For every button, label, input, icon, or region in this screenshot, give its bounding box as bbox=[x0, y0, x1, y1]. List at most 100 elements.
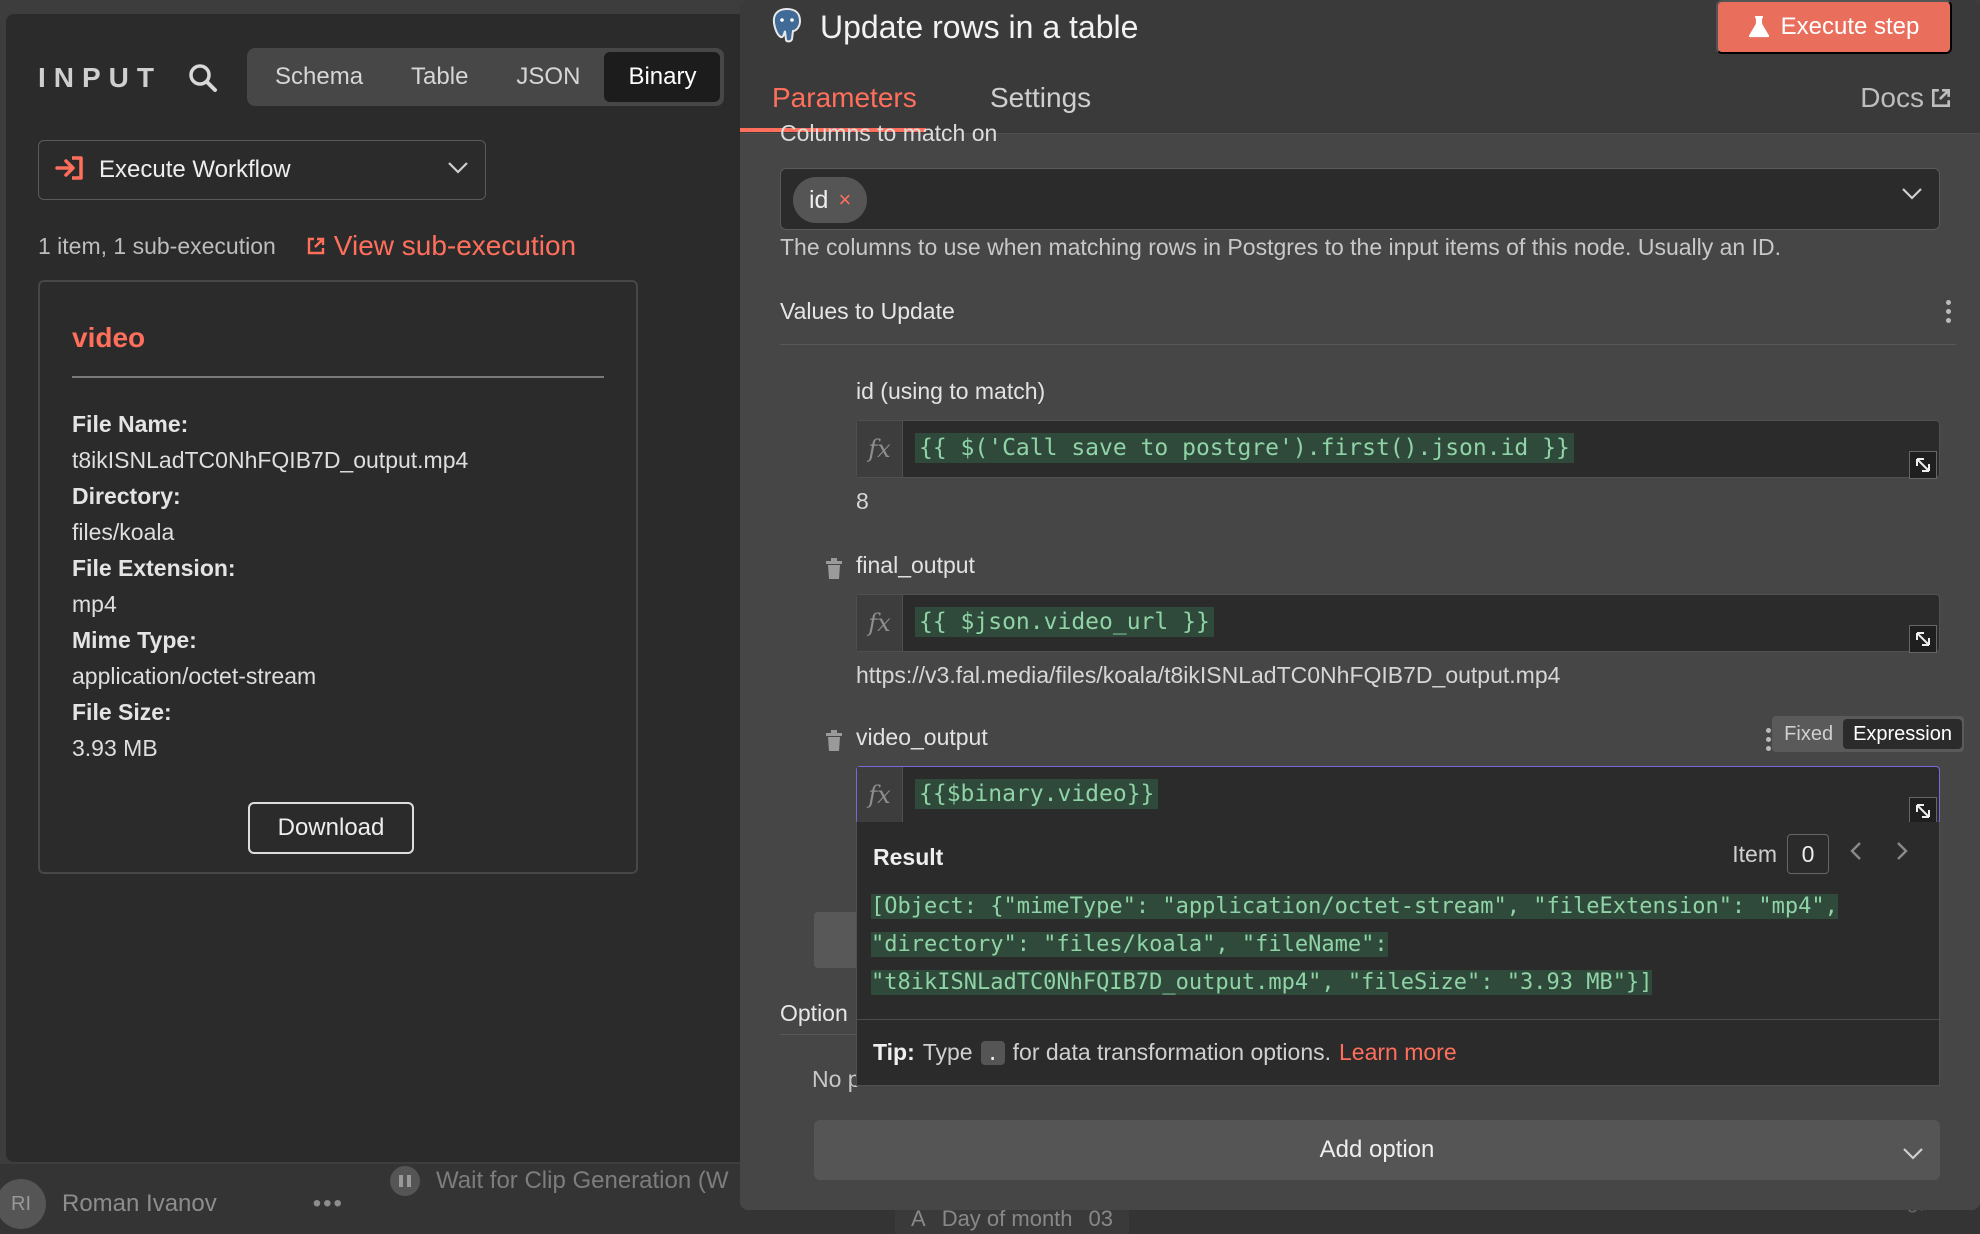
binary-card: video File Name: t8ikISNLadTC0NhFQIB7D_o… bbox=[38, 280, 638, 874]
node-header: Update rows in a table Execute step Para… bbox=[740, 0, 1980, 134]
field-preview-id: 8 bbox=[856, 488, 869, 514]
search-icon[interactable] bbox=[188, 63, 218, 93]
docs-label: Docs bbox=[1860, 82, 1924, 113]
field-input-final-output[interactable]: fx {{ $json.video_url }} bbox=[856, 594, 1940, 653]
fx-icon: fx bbox=[857, 595, 903, 651]
trash-icon[interactable] bbox=[824, 558, 844, 585]
columns-to-match-select[interactable]: id × bbox=[780, 168, 1940, 230]
section-menu-icon[interactable] bbox=[1946, 300, 1952, 327]
item-navigator: Item 0 bbox=[1732, 834, 1909, 874]
result-label: Result bbox=[873, 844, 944, 870]
extension-value: mp4 bbox=[72, 591, 117, 617]
wait-node[interactable]: Wait for Clip Generation (W bbox=[390, 1166, 729, 1196]
remove-chip-icon[interactable]: × bbox=[838, 187, 851, 213]
download-button[interactable]: Download bbox=[248, 802, 414, 854]
fx-icon: fx bbox=[857, 421, 903, 477]
fixed-option[interactable]: Fixed bbox=[1774, 719, 1843, 749]
directory-label: Directory: bbox=[72, 483, 181, 509]
add-option-label: Add option bbox=[1319, 1136, 1435, 1163]
item-index-input[interactable]: 0 bbox=[1787, 834, 1829, 874]
options-title: Option bbox=[780, 1000, 848, 1026]
size-value: 3.93 MB bbox=[72, 735, 158, 761]
expand-icon[interactable] bbox=[1909, 625, 1937, 653]
chevron-left-icon[interactable] bbox=[1849, 840, 1863, 868]
result-value: [Object: {"mimeType": "application/octet… bbox=[871, 888, 1931, 1002]
learn-more-link[interactable]: Learn more bbox=[1339, 1039, 1457, 1066]
user-name: Roman Ivanov bbox=[62, 1190, 217, 1217]
field-input-id[interactable]: fx {{ $('Call save to postgre').first().… bbox=[856, 420, 1940, 479]
tab-schema[interactable]: Schema bbox=[251, 52, 387, 102]
tip-text: Type bbox=[922, 1039, 973, 1065]
wait-node-label: Wait for Clip Generation (W bbox=[436, 1167, 729, 1194]
divider bbox=[780, 1034, 860, 1035]
expression-value: {{ $json.video_url }} bbox=[915, 607, 1214, 637]
expression-option[interactable]: Expression bbox=[1843, 719, 1962, 749]
view-sub-execution-link[interactable]: View sub-execution bbox=[306, 230, 576, 262]
tip-bar: Tip: Type . for data transformation opti… bbox=[857, 1019, 1939, 1085]
tab-settings[interactable]: Settings bbox=[990, 82, 1091, 114]
result-line: "t8ikISNLadTC0NhFQIB7D_output.mp4", "fil… bbox=[871, 970, 1653, 995]
tab-parameters[interactable]: Parameters bbox=[772, 82, 917, 114]
field-input-video-output[interactable]: fx {{$binary.video}} bbox=[856, 766, 1940, 825]
parameters-pane: Columns to match on id × The columns to … bbox=[740, 120, 1980, 1210]
chevron-right-icon[interactable] bbox=[1895, 840, 1909, 868]
item-label: Item bbox=[1732, 840, 1777, 867]
columns-to-match-label: Columns to match on bbox=[780, 120, 998, 146]
expression-value[interactable]: {{$binary.video}} bbox=[915, 779, 1159, 809]
tip-text: for data transformation options. bbox=[1012, 1039, 1331, 1065]
display-mode-tabs: Schema Table JSON Binary bbox=[247, 48, 725, 106]
execute-step-button[interactable]: Execute step bbox=[1716, 0, 1952, 54]
expand-icon[interactable] bbox=[1909, 451, 1937, 479]
directory-value: files/koala bbox=[72, 519, 175, 545]
expand-icon[interactable] bbox=[1909, 797, 1937, 825]
flask-icon bbox=[1748, 16, 1769, 38]
node-details-panel: Update rows in a table Execute step Para… bbox=[740, 0, 1980, 1210]
extension-label: File Extension: bbox=[72, 555, 236, 581]
external-link-icon bbox=[307, 237, 324, 255]
tab-table[interactable]: Table bbox=[387, 52, 492, 102]
trash-icon[interactable] bbox=[824, 730, 844, 757]
user-menu-icon[interactable]: ••• bbox=[313, 1190, 344, 1218]
postgres-icon bbox=[770, 6, 804, 49]
binary-title: video bbox=[72, 322, 146, 353]
match-chip-label: id bbox=[809, 185, 829, 214]
chevron-down-icon[interactable] bbox=[1901, 187, 1923, 206]
field-label-final-output: final_output bbox=[856, 552, 975, 578]
docs-link[interactable]: Docs bbox=[1860, 82, 1952, 114]
field-label-video-output: video_output bbox=[856, 724, 988, 750]
user-footer[interactable]: RI Roman Ivanov ••• bbox=[0, 1174, 344, 1234]
input-panel: INPUT Schema Table JSON Binary Execute W… bbox=[6, 14, 746, 1162]
execute-step-label: Execute step bbox=[1780, 13, 1920, 40]
node-title[interactable]: Update rows in a table bbox=[820, 9, 1138, 46]
add-option-button[interactable]: Add option bbox=[814, 1120, 1940, 1180]
external-link-icon bbox=[1931, 88, 1951, 108]
fixed-expression-toggle: Fixed Expression bbox=[1772, 716, 1964, 752]
input-title: INPUT bbox=[38, 62, 162, 93]
input-node-select[interactable]: Execute Workflow bbox=[38, 140, 486, 200]
binary-metadata: File Name: t8ikISNLadTC0NhFQIB7D_output.… bbox=[72, 406, 468, 766]
expression-result-popup: Result Item 0 [Object: {"mimeType": "app… bbox=[856, 822, 1940, 1086]
result-line: "directory": "files/koala", "fileName": bbox=[871, 932, 1388, 957]
expression-value: {{ $('Call save to postgre').first().jso… bbox=[915, 433, 1574, 463]
tab-binary[interactable]: Binary bbox=[604, 52, 721, 102]
tip-label: Tip: bbox=[873, 1039, 915, 1065]
avatar[interactable]: RI bbox=[0, 1179, 46, 1229]
input-node-label: Execute Workflow bbox=[99, 156, 291, 183]
fx-icon: fx bbox=[857, 767, 903, 823]
tip-key: . bbox=[980, 1040, 1005, 1065]
file-name-value: t8ikISNLadTC0NhFQIB7D_output.mp4 bbox=[72, 447, 469, 473]
match-chip[interactable]: id × bbox=[793, 177, 868, 223]
divider bbox=[72, 376, 604, 378]
divider bbox=[780, 344, 1956, 345]
field-preview-final-output: https://v3.fal.media/files/koala/t8ikISN… bbox=[856, 662, 1561, 688]
mime-value: application/octet-stream bbox=[72, 663, 317, 689]
field-label-id: id (using to match) bbox=[856, 378, 1046, 404]
execute-workflow-icon bbox=[55, 155, 85, 186]
size-label: File Size: bbox=[72, 699, 172, 725]
mime-label: Mime Type: bbox=[72, 627, 197, 653]
tab-json[interactable]: JSON bbox=[492, 52, 604, 102]
values-to-update-title: Values to Update bbox=[780, 298, 955, 324]
no-options-text: No p bbox=[812, 1066, 861, 1092]
field-menu-icon[interactable] bbox=[1766, 728, 1772, 755]
view-sub-execution-label: View sub-execution bbox=[333, 230, 577, 261]
